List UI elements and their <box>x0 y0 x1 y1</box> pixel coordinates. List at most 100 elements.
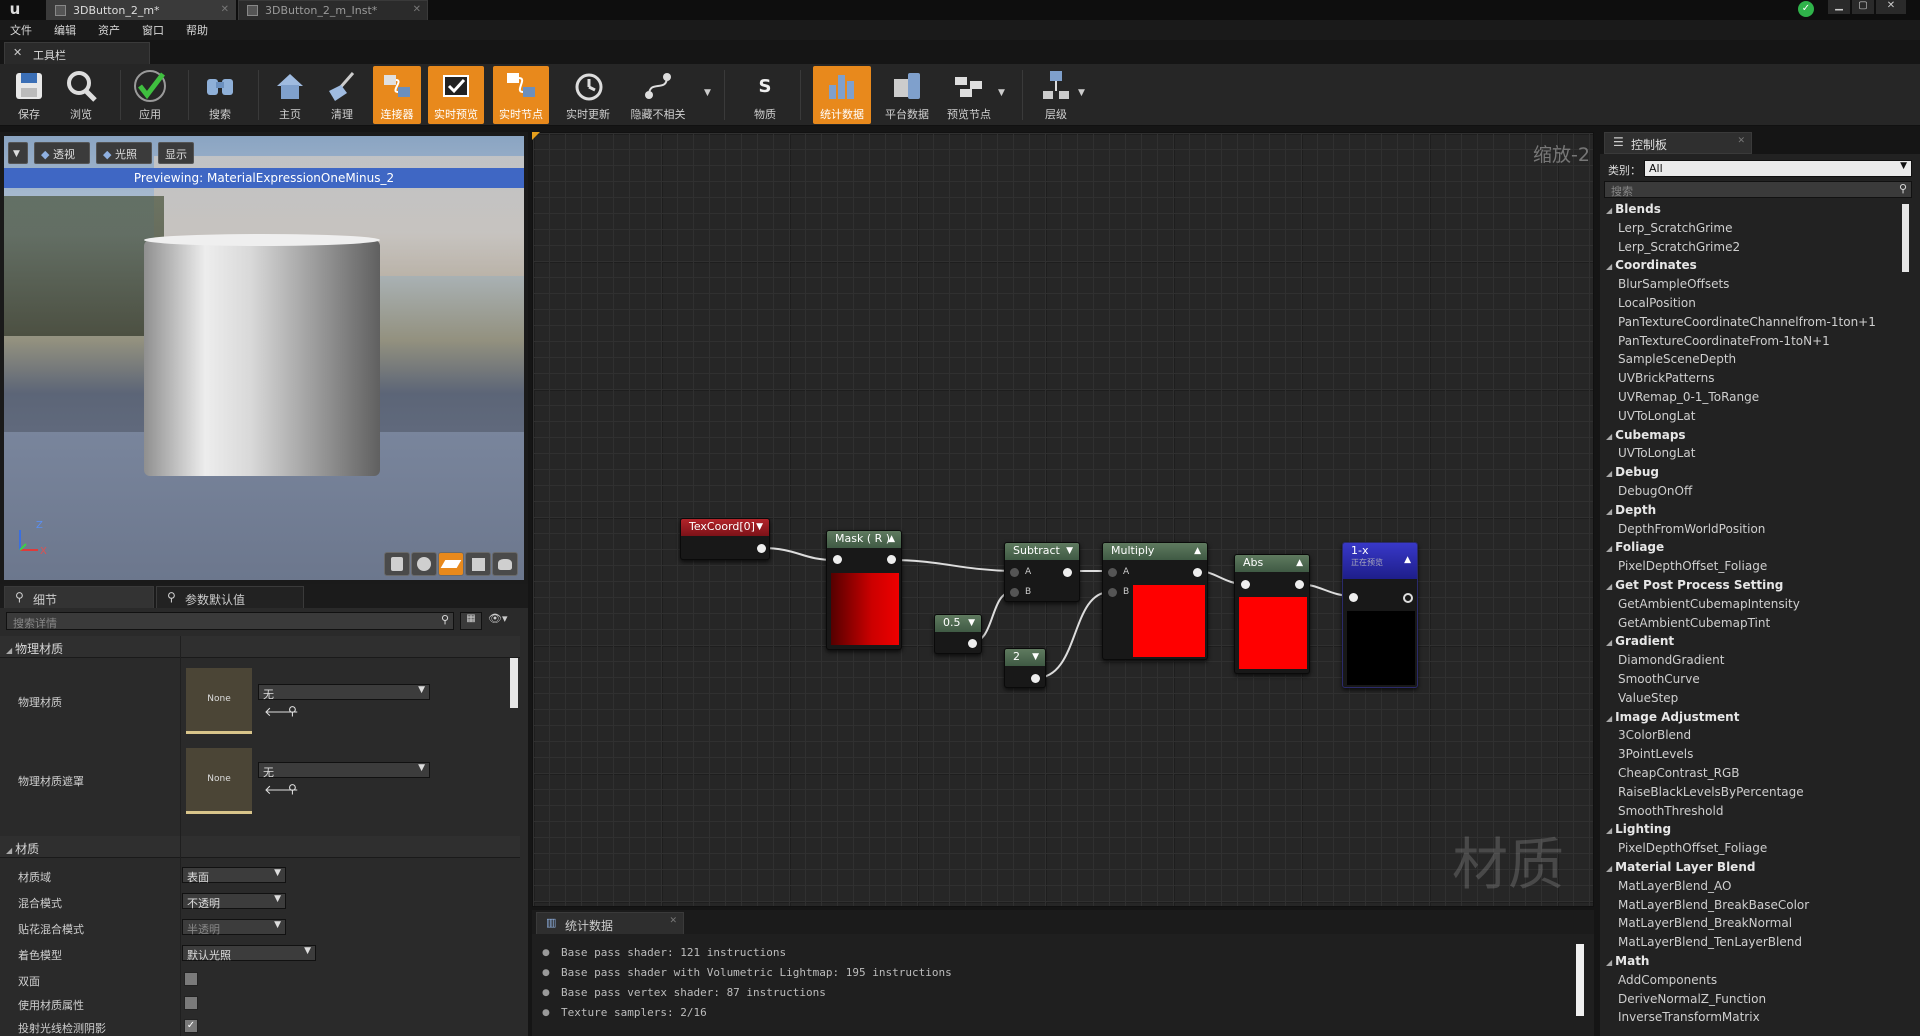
phys-mask-combo[interactable]: 无 ▼ <box>258 762 430 779</box>
palette-item[interactable]: PanTextureCoordinateChannelfrom-1ton+1 <box>1618 315 1876 329</box>
material-domain-combo[interactable]: 表面 ▼ <box>182 867 286 884</box>
show-button[interactable]: 显示 <box>158 142 194 164</box>
palette-item[interactable]: MatLayerBlend_TenLayerBlend <box>1618 935 1802 949</box>
output-pin[interactable] <box>757 544 766 553</box>
clean-button[interactable]: 清理 <box>321 66 363 124</box>
cast-ray-traced-shadows-checkbox[interactable]: ✓ <box>184 1019 198 1033</box>
collapse-arrow-icon[interactable]: ▲ <box>1296 558 1303 568</box>
category-combo[interactable]: All ▼ <box>1644 160 1912 177</box>
palette-item[interactable]: MatLayerBlend_BreakBaseColor <box>1618 898 1809 912</box>
palette-item[interactable]: InverseTransformMatrix <box>1618 1010 1760 1024</box>
palette-category[interactable]: ◢ Foliage <box>1606 540 1664 554</box>
palette-category[interactable]: ◢ Blends <box>1606 202 1661 216</box>
menu-file[interactable]: 文件 <box>10 22 32 38</box>
palette-item[interactable]: UVToLongLat <box>1618 446 1695 460</box>
palette-item[interactable]: UVToLongLat <box>1618 409 1695 423</box>
ue-logo-icon[interactable]: u <box>2 0 28 20</box>
palette-item[interactable]: GetAmbientCubemapTint <box>1618 616 1770 630</box>
browse-asset-icon[interactable]: ⚲ <box>288 704 297 718</box>
palette-item[interactable]: SmoothCurve <box>1618 672 1700 686</box>
close-tab-icon[interactable]: ✕ <box>1737 136 1745 146</box>
use-material-attributes-checkbox[interactable] <box>184 996 198 1010</box>
preview-sphere-button[interactable] <box>411 552 437 576</box>
live-update-toggle[interactable]: 实时更新 <box>560 66 616 124</box>
palette-category[interactable]: ◢ Debug <box>1606 465 1659 479</box>
hierarchy-dropdown-icon[interactable]: ▼ <box>1078 88 1085 98</box>
node-multiply[interactable]: Multiply ▲ A B <box>1102 542 1208 660</box>
palette-category[interactable]: ◢ Math <box>1606 954 1649 968</box>
palette-item[interactable]: ValueStep <box>1618 691 1678 705</box>
output-pin[interactable] <box>1031 674 1040 683</box>
platform-stats-button[interactable]: 平台数据 <box>878 66 936 124</box>
palette-item[interactable]: DebugOnOff <box>1618 484 1692 498</box>
preview-cylinder-button[interactable] <box>384 552 410 576</box>
input-pin[interactable] <box>833 555 842 564</box>
details-search-input[interactable]: 搜索详情 ⚲ <box>6 612 454 630</box>
palette-scrollbar-thumb[interactable] <box>1902 204 1909 272</box>
doc-tab-material[interactable]: 3DButton_2_m* ✕ <box>46 0 236 20</box>
stats-toggle[interactable]: 统计数据 <box>813 66 871 124</box>
tab-toolbar[interactable]: ✕ 工具栏 <box>4 42 150 64</box>
palette-item[interactable]: 3PointLevels <box>1618 747 1693 761</box>
two-sided-checkbox[interactable] <box>184 972 198 986</box>
tab-stats[interactable]: ▥ 统计数据 ✕ <box>536 912 684 934</box>
apply-button[interactable]: 应用 <box>129 66 171 124</box>
perspective-button[interactable]: ◆ 透视 <box>34 142 90 164</box>
doc-tab-instance[interactable]: 3DButton_2_m_Inst* ✕ <box>238 0 428 20</box>
palette-item[interactable]: Lerp_ScratchGrime <box>1618 221 1732 235</box>
maximize-window-icon[interactable]: ▢ <box>1852 0 1874 14</box>
palette-category[interactable]: ◢ Cubemaps <box>1606 428 1686 442</box>
preview-custom-mesh-button[interactable] <box>492 552 518 576</box>
output-pin[interactable] <box>1295 580 1304 589</box>
palette-category[interactable]: ◢ Material Layer Blend <box>1606 860 1755 874</box>
palette-item[interactable]: DeriveNormalZ_Function <box>1618 992 1766 1006</box>
palette-item[interactable]: RaiseBlackLevelsByPercentage <box>1618 785 1804 799</box>
palette-search-input[interactable]: 搜索 ⚲ <box>1604 181 1912 198</box>
node-subtract[interactable]: Subtract ▼ A B <box>1004 542 1080 602</box>
output-pin[interactable] <box>968 639 977 648</box>
menu-window[interactable]: 窗口 <box>142 22 164 38</box>
palette-item[interactable]: GetAmbientCubemapIntensity <box>1618 597 1800 611</box>
palette-category[interactable]: ◢ Lighting <box>1606 822 1671 836</box>
palette-category[interactable]: ◢ Gradient <box>1606 634 1674 648</box>
output-pin[interactable] <box>1403 593 1413 603</box>
collapse-arrow-icon[interactable]: ▼ <box>1032 652 1039 662</box>
node-texcoord[interactable]: TexCoord[0] ▼ <box>680 518 770 560</box>
tab-palette[interactable]: ☰ 控制板 ✕ <box>1604 132 1752 154</box>
input-pin-a[interactable] <box>1010 568 1019 577</box>
close-window-icon[interactable]: ✕ <box>1876 0 1906 14</box>
browse-button[interactable]: 浏览 <box>60 66 102 124</box>
palette-item[interactable]: 3ColorBlend <box>1618 728 1691 742</box>
palette-item[interactable]: Lerp_ScratchGrime2 <box>1618 240 1740 254</box>
save-button[interactable]: 保存 <box>8 66 50 124</box>
palette-item[interactable]: PanTextureCoordinateFrom-1toN+1 <box>1618 334 1830 348</box>
source-control-status-icon[interactable]: ✓ <box>1798 1 1814 17</box>
input-pin-b[interactable] <box>1108 588 1117 597</box>
output-pin[interactable] <box>1193 568 1202 577</box>
minimize-window-icon[interactable]: ▁ <box>1828 0 1850 14</box>
palette-item[interactable]: MatLayerBlend_AO <box>1618 879 1731 893</box>
phys-material-combo[interactable]: 无 ▼ <box>258 684 430 701</box>
preview-node-dropdown-icon[interactable]: ▼ <box>998 88 1005 98</box>
palette-item[interactable]: DiamondGradient <box>1618 653 1724 667</box>
collapse-arrow-icon[interactable]: ▲ <box>888 534 895 544</box>
browse-asset-icon[interactable]: ⚲ <box>288 782 297 796</box>
input-pin[interactable] <box>1349 593 1358 602</box>
stats-scrollbar-thumb[interactable] <box>1576 944 1584 1016</box>
live-preview-toggle[interactable]: 实时预览 <box>428 66 484 124</box>
viewport-options-button[interactable]: ▼ <box>8 142 28 164</box>
palette-item[interactable]: UVRemap_0-1_ToRange <box>1618 390 1759 404</box>
node-abs[interactable]: Abs ▲ <box>1234 554 1310 674</box>
output-pin[interactable] <box>1063 568 1072 577</box>
collapse-arrow-icon[interactable]: ▼ <box>968 618 975 628</box>
live-nodes-toggle[interactable]: 实时节点 <box>493 66 549 124</box>
substance-button[interactable]: S 物质 <box>744 66 786 124</box>
menu-edit[interactable]: 编辑 <box>54 22 76 38</box>
palette-category[interactable]: ◢ Depth <box>1606 503 1656 517</box>
palette-item[interactable]: CheapContrast_RGB <box>1618 766 1739 780</box>
palette-item[interactable]: UVBrickPatterns <box>1618 371 1714 385</box>
collapse-arrow-icon[interactable]: ▼ <box>756 522 763 532</box>
preview-node-button[interactable]: 预览节点 <box>940 66 998 124</box>
phys-material-thumbnail[interactable]: None <box>186 668 252 734</box>
palette-item[interactable]: MatLayerBlend_BreakNormal <box>1618 916 1792 930</box>
